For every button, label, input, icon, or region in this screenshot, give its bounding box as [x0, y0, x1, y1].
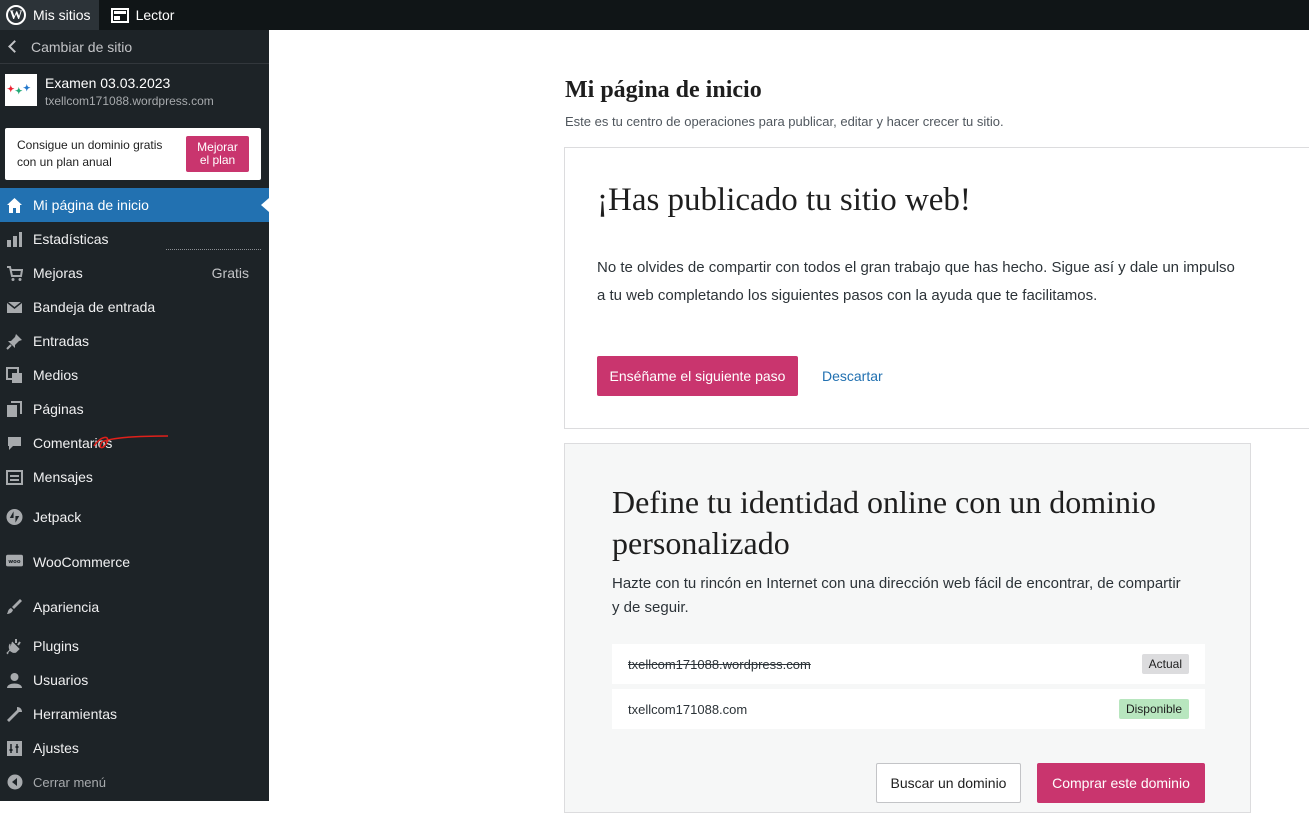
search-domain-button[interactable]: Buscar un dominio — [876, 763, 1021, 803]
site-icon: ✦ ✦ ✦ — [5, 74, 37, 106]
plugin-icon — [6, 638, 23, 655]
upgrade-text-line2: con un plan anual — [17, 155, 112, 169]
cart-icon — [6, 265, 23, 282]
page-title: Mi página de inicio — [565, 77, 762, 103]
available-badge: Disponible — [1118, 699, 1189, 719]
sidebar-item-woocommerce[interactable]: woo WooCommerce — [0, 539, 269, 584]
site-title: Examen 03.03.2023 — [45, 75, 171, 91]
reader-label: Lector — [135, 7, 175, 23]
wrench-icon — [6, 706, 23, 723]
sidebar-item-label: Herramientas — [33, 706, 118, 722]
page-subtitle: Este es tu centro de operaciones para pu… — [565, 114, 1004, 129]
sidebar-item-settings[interactable]: Ajustes — [0, 731, 269, 765]
sidebar-item-appearance[interactable]: Apariencia — [0, 584, 269, 629]
sidebar-item-label: Medios — [33, 367, 79, 383]
collapse-icon — [6, 774, 23, 791]
sidebar-item-posts[interactable]: Entradas — [0, 324, 269, 358]
brush-icon — [6, 598, 23, 615]
sidebar-item-label: Mi página de inicio — [33, 197, 149, 213]
wordpress-logo-icon: W — [6, 5, 26, 25]
sidebar-item-label: Plugins — [33, 638, 79, 654]
pages-icon — [6, 400, 23, 418]
feedback-icon — [6, 469, 23, 486]
sidebar-item-jetpack[interactable]: Jetpack — [0, 494, 269, 539]
switch-site-link[interactable]: Cambiar de sitio — [0, 30, 269, 64]
domain-row-current: txellcom171088.wordpress.com Actual — [612, 644, 1205, 684]
sidebar-item-home[interactable]: Mi página de inicio — [0, 188, 269, 222]
user-icon — [6, 672, 23, 689]
sidebar-item-tools[interactable]: Herramientas — [0, 697, 269, 731]
card-body: Hazte con tu rincón en Internet con una … — [612, 575, 1181, 616]
sidebar-divider — [166, 249, 261, 250]
sidebar-item-label: Ajustes — [33, 740, 79, 756]
site-url: txellcom171088.wordpress.com — [45, 94, 214, 108]
mail-icon — [6, 299, 23, 316]
sidebar-item-media[interactable]: Medios — [0, 358, 269, 392]
sidebar-item-stats[interactable]: Estadísticas — [0, 222, 269, 256]
collapse-menu-button[interactable]: Cerrar menú — [0, 765, 269, 799]
sidebar-item-label: WooCommerce — [33, 553, 130, 570]
sidebar-item-users[interactable]: Usuarios — [0, 663, 269, 697]
home-icon — [6, 197, 23, 214]
next-step-button[interactable]: Enséñame el siguiente paso — [597, 356, 798, 396]
sidebar-item-pages[interactable]: Páginas — [0, 392, 269, 426]
upgrade-nudge: Consigue un dominio gratis con un plan a… — [5, 128, 261, 180]
current-badge: Actual — [1141, 654, 1189, 674]
sidebar-item-plugins[interactable]: Plugins — [0, 629, 269, 663]
main-content: Mi página de inicio Este es tu centro de… — [269, 30, 1309, 813]
upgrade-text: Consigue un dominio gratis con un plan a… — [17, 137, 162, 171]
free-badge: Gratis — [211, 265, 249, 281]
reader-button[interactable]: Lector — [105, 0, 183, 30]
pin-icon — [6, 333, 23, 350]
buy-domain-button[interactable]: Comprar este dominio — [1037, 763, 1205, 803]
svg-text:woo: woo — [8, 559, 21, 565]
sidebar-item-label: Jetpack — [33, 508, 82, 525]
domain-upsell-card: Define tu identidad online con un domini… — [564, 443, 1251, 813]
card-heading: ¡Has publicado tu sitio web! — [597, 182, 971, 218]
sidebar-item-label: Usuarios — [33, 672, 89, 688]
my-sites-label: Mis sitios — [33, 7, 91, 23]
dismiss-link[interactable]: Descartar — [822, 368, 883, 384]
domain-row-available: txellcom171088.com Disponible — [612, 689, 1205, 729]
card-body: No te olvides de compartir con todos el … — [597, 259, 1235, 304]
upgrade-plan-button[interactable]: Mejorar el plan — [186, 136, 249, 172]
upgrade-text-line1: Consigue un dominio gratis — [17, 138, 163, 152]
comment-icon — [6, 435, 23, 452]
sidebar-item-label: Apariencia — [33, 598, 100, 615]
card-heading: Define tu identidad online con un domini… — [612, 484, 1156, 561]
sidebar-item-label: Mensajes — [33, 469, 93, 485]
top-bar: W Mis sitios Lector — [0, 0, 1309, 30]
settings-icon — [6, 740, 23, 757]
sidebar-item-label: Bandeja de entrada — [33, 299, 156, 315]
media-icon — [6, 366, 23, 384]
sidebar-item-label: Entradas — [33, 333, 90, 349]
reader-icon — [110, 7, 129, 23]
sidebar-item-label: Estadísticas — [33, 231, 109, 247]
red-scribble-annotation — [93, 435, 169, 449]
chevron-left-icon — [8, 40, 21, 53]
sidebar: Cambiar de sitio ✦ ✦ ✦ Examen 03.03.2023… — [0, 30, 269, 801]
switch-site-label: Cambiar de sitio — [31, 38, 133, 55]
site-published-card: ¡Has publicado tu sitio web! No te olvid… — [564, 147, 1309, 429]
sidebar-item-label: Mejoras — [33, 265, 83, 281]
sidebar-item-feedback[interactable]: Mensajes — [0, 460, 269, 494]
sidebar-item-inbox[interactable]: Bandeja de entrada — [0, 290, 269, 324]
site-card[interactable]: ✦ ✦ ✦ Examen 03.03.2023 txellcom171088.w… — [0, 64, 269, 124]
my-sites-button[interactable]: W Mis sitios — [0, 0, 99, 30]
suggested-domain: txellcom171088.com — [628, 701, 748, 717]
sidebar-item-upgrades[interactable]: Mejoras Gratis — [0, 256, 269, 290]
sidebar-item-label: Páginas — [33, 401, 84, 417]
woo-icon: woo — [6, 553, 23, 570]
jetpack-icon — [6, 508, 23, 525]
sidebar-menu: Mi página de inicio Estadísticas Mejoras… — [0, 188, 269, 799]
stats-icon — [6, 231, 23, 248]
current-domain: txellcom171088.wordpress.com — [628, 656, 811, 672]
collapse-label: Cerrar menú — [33, 774, 106, 790]
